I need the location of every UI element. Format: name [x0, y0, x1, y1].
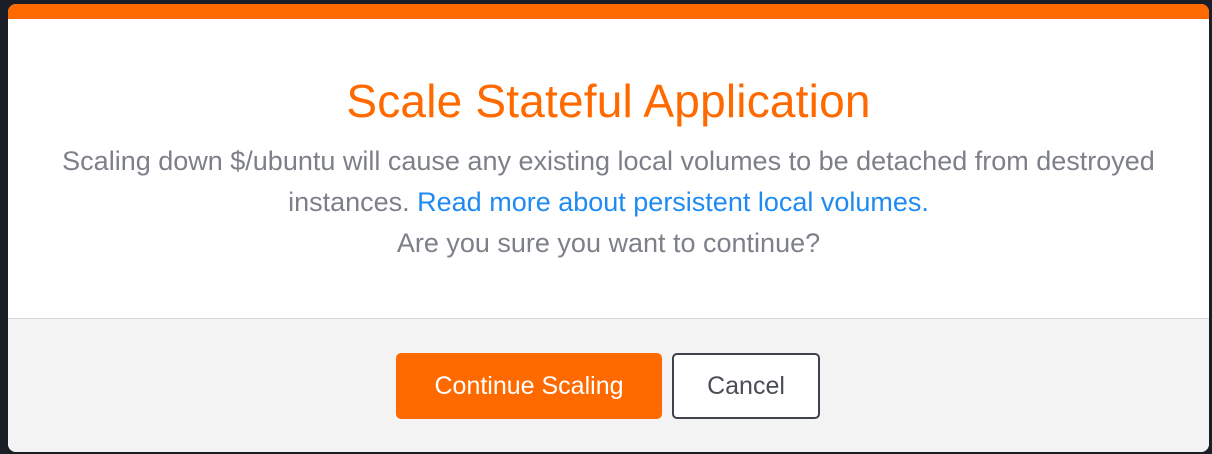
cancel-button[interactable]: Cancel — [672, 353, 820, 419]
scale-confirmation-modal: Scale Stateful Application Scaling down … — [8, 4, 1209, 452]
modal-accent-bar — [8, 4, 1209, 19]
modal-body: Scale Stateful Application Scaling down … — [8, 19, 1209, 318]
modal-message: Scaling down $/ubuntu will cause any exi… — [59, 141, 1159, 264]
persistent-volumes-link[interactable]: Read more about persistent local volumes… — [417, 187, 929, 217]
continue-scaling-button[interactable]: Continue Scaling — [396, 353, 662, 419]
modal-title: Scale Stateful Application — [346, 75, 871, 127]
modal-confirm-question: Are you sure you want to continue? — [396, 228, 821, 259]
modal-footer: Continue Scaling Cancel — [8, 318, 1209, 452]
